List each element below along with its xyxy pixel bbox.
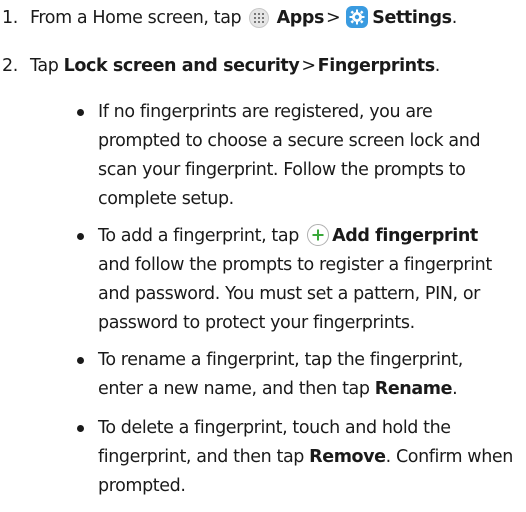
bullet-line: complete setup. — [98, 189, 234, 209]
step-text: From a Home screen, tap Apps > Settings. — [30, 4, 457, 33]
path-separator: > — [326, 8, 341, 28]
step-text: Tap Lock screen and security > Fingerprint… — [30, 52, 440, 81]
bullet-line: and password. You must set a pattern, PI… — [98, 284, 480, 304]
bullet-line: fingerprint, and then tap Remove. Confir… — [98, 443, 513, 472]
bullet-line: If no fingerprints are registered, you a… — [98, 102, 433, 122]
bullet-dot — [77, 425, 84, 432]
bullet-line: To rename a fingerprint, tap the fingerp… — [98, 350, 463, 370]
bullet-line: To delete a fingerprint, touch and hold … — [98, 418, 451, 438]
step-text-before: From a Home screen, tap — [30, 8, 242, 28]
bullet-line: and follow the prompts to register a fin… — [98, 255, 492, 275]
bullet-line: scan your fingerprint. Follow the prompt… — [98, 160, 466, 180]
step-text-before: Tap — [30, 56, 59, 76]
step-number: 1. — [2, 8, 18, 28]
bullet-line: prompted. — [98, 476, 186, 496]
lock-screen-label: Lock screen and security — [63, 56, 300, 76]
rename-label: Rename — [374, 379, 453, 399]
path-separator: > — [301, 56, 316, 76]
bullet-line: password to protect your fingerprints. — [98, 313, 415, 333]
apps-label: Apps — [276, 8, 325, 28]
bullet-line: To add a fingerprint, tap Add fingerprin… — [98, 222, 478, 251]
bullet-text: To add a fingerprint, tap — [98, 226, 299, 246]
bullet-text: fingerprint, and then tap — [98, 447, 304, 467]
step-text-after: . — [434, 56, 441, 76]
bullet-dot — [77, 357, 84, 364]
settings-label: Settings — [372, 8, 452, 28]
step-number: 2. — [2, 56, 18, 76]
add-circle-icon — [307, 224, 330, 246]
bullet-dot — [77, 109, 84, 116]
fingerprints-label: Fingerprints — [317, 56, 435, 76]
apps-icon — [249, 8, 270, 28]
bullet-line: prompted to choose a secure screen lock … — [98, 131, 481, 151]
step-text-after: . — [451, 8, 458, 28]
bullet-text: . — [452, 379, 458, 399]
add-fingerprint-label: Add fingerprint — [332, 226, 478, 246]
remove-label: Remove — [309, 447, 386, 467]
bullet-text: . Confirm when — [385, 447, 514, 467]
bullet-line: enter a new name, and then tap Rename. — [98, 375, 458, 404]
bullet-text: enter a new name, and then tap — [98, 379, 370, 399]
settings-icon — [346, 6, 369, 28]
instructions-page: 1. From a Home screen, tap Apps > Settings… — [0, 0, 526, 512]
bullet-dot — [77, 233, 84, 240]
